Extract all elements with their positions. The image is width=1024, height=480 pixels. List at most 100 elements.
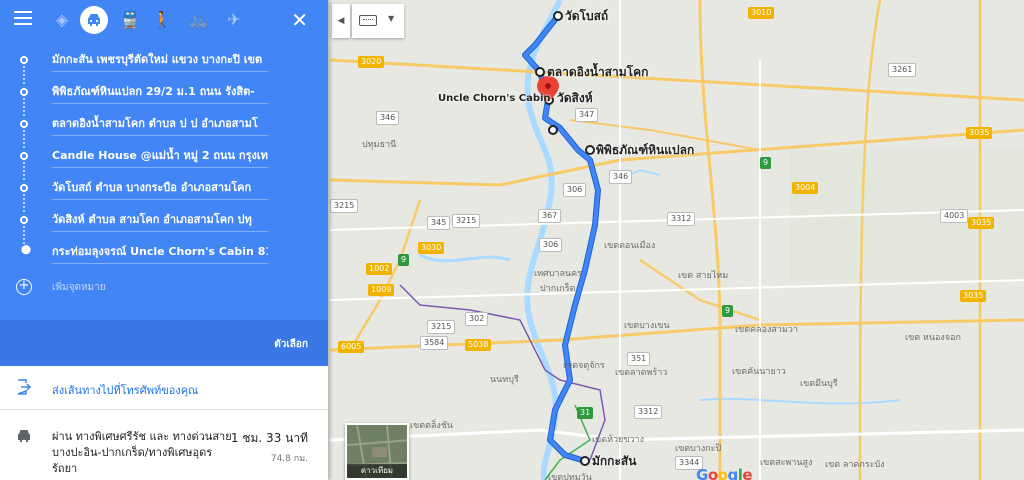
road-shield: 1009 xyxy=(368,284,395,296)
stop-circle-icon xyxy=(20,88,28,96)
stop-input[interactable]: วัดสิงห์ ตำบล สามโคก อำเภอสามโคก ปทุ xyxy=(52,210,268,232)
walking-mode-walk-icon[interactable]: 🚶 xyxy=(150,8,174,32)
waypoint-label-wat-sing: วัดสิงห์ xyxy=(557,91,593,105)
car-icon xyxy=(16,429,32,447)
road-shield: 3584 xyxy=(420,336,449,350)
stop-input[interactable]: วัดโบสถ์ ตำบล บางกระบือ อำเภอสามโคก xyxy=(52,178,268,200)
waypoint-label-wat-bot: วัดโบสถ์ xyxy=(565,9,609,23)
road-shield: 3035 xyxy=(960,290,987,302)
road-shield: 1002 xyxy=(366,263,393,275)
area-label: เขตสะพานสูง xyxy=(760,458,813,468)
road-shield: 306 xyxy=(563,183,587,197)
area-label: เขตบางกะปิ xyxy=(675,444,722,454)
area-label: เขต ลาดกระบัง xyxy=(825,460,885,470)
road-shield: 3215 xyxy=(330,199,359,213)
road-shield: 9 xyxy=(760,157,772,169)
road-shield: 3215 xyxy=(427,320,456,334)
send-to-phone-row[interactable]: ส่งเส้นทางไปที่โทรศัพท์ของคุณ xyxy=(0,366,328,410)
stop-input[interactable]: พิพิธภัณฑ์หินแปลก 29/2 ม.1 ถนน รังสิต- xyxy=(52,82,268,104)
road-shield: 302 xyxy=(465,312,489,326)
keyboard-icon xyxy=(359,15,377,26)
road-shield: 6005 xyxy=(338,341,365,353)
road-shield: 3030 xyxy=(418,242,445,254)
send-to-phone-icon xyxy=(16,379,32,395)
road-shield: 367 xyxy=(538,209,562,223)
road-shield: 9 xyxy=(398,254,410,266)
stop-row: Candle House @แม่น้ำ หมู่ 2 ถนน กรุงเทพ xyxy=(0,142,328,180)
waypoint-marker xyxy=(535,67,545,77)
transit-mode-train-icon[interactable]: 🚆 xyxy=(118,8,142,32)
options-button[interactable]: ตัวเลือก xyxy=(274,337,308,352)
stop-circle-icon xyxy=(20,184,28,192)
road-shield: 351 xyxy=(627,352,651,366)
route-option[interactable]: ผ่าน ทางพิเศษศรีรัช และ ทางด่วนสายบางปะอ… xyxy=(0,411,328,480)
waypoint-label-cabin: Uncle Chorn's Cabin xyxy=(438,93,551,104)
road-shield: 306 xyxy=(539,238,563,252)
best-mode-diamond-arrow-icon[interactable]: ◈ xyxy=(50,8,74,32)
directions-panel: ◈ 🚆 🚶 🚲 ✈ ✕ มักกะสัน เพชรบุรีตัดใหม่ แขว… xyxy=(0,0,328,480)
road-shield: 3020 xyxy=(358,56,385,68)
stop-row: มักกะสัน เพชรบุรีตัดใหม่ แขวง บางกะปิ เข… xyxy=(0,46,328,84)
cycling-mode-bicycle-icon[interactable]: 🚲 xyxy=(186,8,210,32)
route-duration: 1 ชม. 33 นาที xyxy=(230,431,308,445)
area-label: เขตมีนบุรี xyxy=(800,379,838,389)
road-shield: 3215 xyxy=(452,214,481,228)
close-icon[interactable]: ✕ xyxy=(291,8,308,32)
road-shield: 3035 xyxy=(968,217,995,229)
collapse-panel-button[interactable]: ◀ xyxy=(332,4,350,38)
add-destination-row[interactable]: + เพิ่มจุดหมาย xyxy=(0,277,328,301)
flight-mode-plane-icon[interactable]: ✈ xyxy=(222,8,246,32)
stop-row: ⬤ กระท่อมลุงจรณ์ Uncle Chorn's Cabin 81/ xyxy=(0,238,328,270)
area-label: เขตคันนายาว xyxy=(732,367,786,377)
directions-header: ◈ 🚆 🚶 🚲 ✈ ✕ มักกะสัน เพชรบุรีตัดใหม่ แขว… xyxy=(0,0,328,366)
area-label: เขตตลิ่งชัน xyxy=(410,421,454,431)
input-tools-button[interactable]: ▼ xyxy=(352,4,404,38)
waypoint-marker xyxy=(580,456,590,466)
stop-input[interactable]: กระท่อมลุงจรณ์ Uncle Chorn's Cabin 81/ xyxy=(52,242,268,264)
stop-circle-icon xyxy=(20,56,28,64)
google-logo: Google xyxy=(696,466,753,480)
plus-icon: + xyxy=(16,279,32,295)
waypoint-label-makkasan: มักกะสัน xyxy=(592,454,637,468)
send-to-phone-link[interactable]: ส่งเส้นทางไปที่โทรศัพท์ของคุณ xyxy=(52,381,198,399)
stop-circle-icon xyxy=(20,120,28,128)
stop-input[interactable]: ตลาดอิงน้ำสามโคก ตำบล ป ป อำเภอสามโ xyxy=(52,114,268,136)
app-root: 3010 3261 3020 346 347 3035 9 3004 306 346 3215 345… xyxy=(0,0,1024,480)
road-shield: 3004 xyxy=(792,182,819,194)
area-label: เขต หนองจอก xyxy=(905,333,961,343)
satellite-label: ดาวเทียม xyxy=(347,464,407,478)
road-shield: 3010 xyxy=(748,7,775,19)
waypoint-label-market: ตลาดอิงน้ำสามโคก xyxy=(547,65,649,79)
road-shield: 3261 xyxy=(888,63,917,77)
area-label: เขตลาดพร้าว xyxy=(615,368,668,378)
stops-list: มักกะสัน เพชรบุรีตัดใหม่ แขวง บางกะปิ เข… xyxy=(0,46,328,270)
area-label: เขตบางเขน xyxy=(624,321,670,331)
route-distance: 74.8 กม. xyxy=(270,454,308,464)
road-shield: 346 xyxy=(376,111,400,125)
road-shield: 3035 xyxy=(966,127,993,139)
route-via: ผ่าน ทางพิเศษศรีรัช และ ทางด่วนสายบางปะอ… xyxy=(52,430,232,475)
area-label: ปทุมธานี xyxy=(362,140,397,150)
satellite-toggle[interactable]: ดาวเทียม xyxy=(345,423,409,480)
area-label: เทศบาลนคร xyxy=(534,269,583,279)
road-shield: 9 xyxy=(722,305,734,317)
area-label: เขต สายไหม xyxy=(678,271,729,281)
waypoint-marker xyxy=(585,145,595,155)
stop-input[interactable]: Candle House @แม่น้ำ หมู่ 2 ถนน กรุงเทพ xyxy=(52,146,268,168)
waypoint-marker xyxy=(548,125,558,135)
area-label: เขตปทุมวัน xyxy=(548,473,592,480)
stop-input[interactable]: มักกะสัน เพชรบุรีตัดใหม่ แขวง บางกะปิ เข… xyxy=(52,50,268,72)
stop-row: ตลาดอิงน้ำสามโคก ตำบล ป ป อำเภอสามโ xyxy=(0,110,328,148)
stop-circle-icon xyxy=(20,152,28,160)
road-shield: 3312 xyxy=(667,212,696,226)
road-shield: 346 xyxy=(609,170,633,184)
stop-circle-icon xyxy=(20,216,28,224)
area-label: เขตคลองสามวา xyxy=(735,325,798,335)
area-label: เขตห้วยขวาง xyxy=(592,435,644,445)
driving-mode-car-icon[interactable] xyxy=(80,6,108,34)
stop-row: วัดสิงห์ ตำบล สามโคก อำเภอสามโคก ปทุ xyxy=(0,206,328,244)
road-shield: 345 xyxy=(427,216,451,230)
menu-icon[interactable] xyxy=(14,11,32,25)
options-bar: ตัวเลือก xyxy=(0,320,328,366)
add-destination-label[interactable]: เพิ่มจุดหมาย xyxy=(52,280,106,295)
